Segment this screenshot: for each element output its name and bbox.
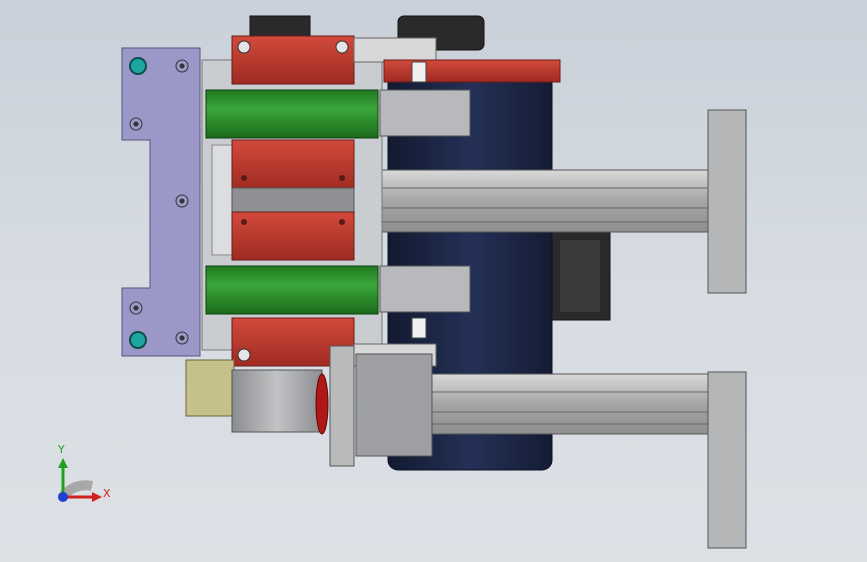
upper-end-plate — [707, 109, 747, 294]
lower-end-plate — [707, 371, 747, 549]
coordinate-triad — [57, 458, 102, 502]
triad-x-label: X — [103, 487, 111, 500]
red-top-block — [231, 35, 561, 85]
triad-y-label: Y — [58, 443, 65, 456]
lower-rail — [431, 373, 713, 435]
purple-bracket — [121, 47, 201, 357]
upper-rail — [351, 169, 717, 233]
cad-viewport[interactable]: Y X — [0, 0, 867, 562]
green-roller-upper — [205, 89, 471, 139]
assembly-drawing — [57, 15, 747, 549]
red-center-block — [231, 139, 355, 261]
green-roller-lower — [205, 265, 471, 315]
